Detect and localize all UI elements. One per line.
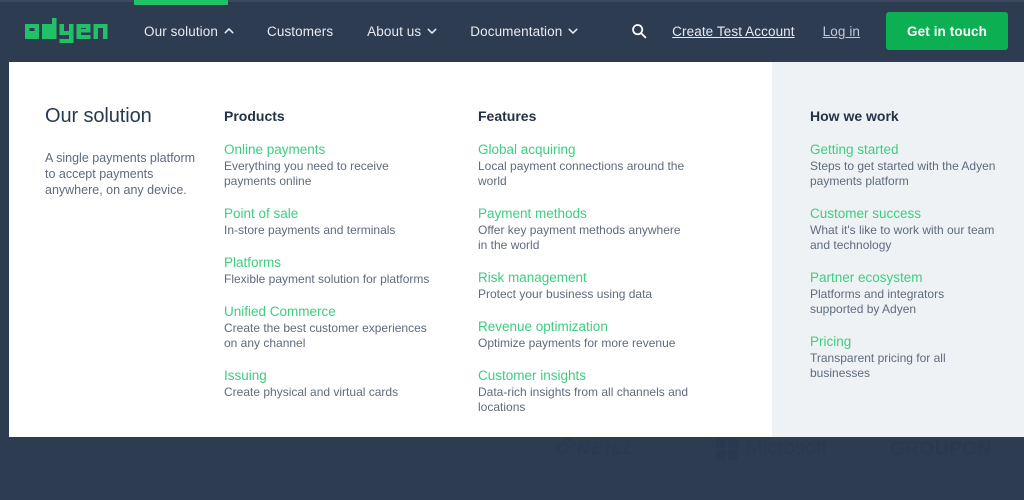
dropdown-intro-description: A single payments platform to accept pay…: [45, 151, 196, 197]
link-issuing[interactable]: Issuing: [224, 368, 437, 383]
list-item-desc: Flexible payment solution for platforms: [224, 272, 430, 286]
chevron-down-icon: [568, 26, 578, 35]
link-risk-management[interactable]: Risk management: [478, 270, 691, 285]
chevron-down-icon: [427, 26, 437, 35]
list-item-desc: Protect your business using data: [478, 287, 653, 301]
dropdown-features-column: Features Global acquiring Local payment …: [478, 62, 732, 437]
list-item: Point of sale In-store payments and term…: [224, 206, 437, 238]
list-item: Risk management Protect your business us…: [478, 270, 691, 302]
list-item: Platforms Flexible payment solution for …: [224, 255, 437, 287]
microsoft-logo: Microsoft: [716, 437, 827, 460]
list-item-desc: Transparent pricing for all businesses: [810, 351, 946, 380]
list-item-desc: Create the best customer experiences on …: [224, 321, 427, 350]
list-item: Payment methods Offer key payment method…: [478, 206, 691, 253]
list-item: Revenue optimization Optimize payments f…: [478, 319, 691, 351]
dropdown-products-column: Products Online payments Everything you …: [224, 62, 478, 437]
get-in-touch-button[interactable]: Get in touch: [886, 12, 1008, 50]
search-button[interactable]: [620, 12, 658, 50]
list-item-desc: Create physical and virtual cards: [224, 385, 399, 399]
nav-item-label: Customers: [267, 23, 334, 39]
link-payment-methods[interactable]: Payment methods: [478, 206, 691, 221]
adyen-logo[interactable]: [24, 17, 112, 48]
link-unified-commerce[interactable]: Unified Commerce: [224, 304, 437, 319]
nav-item-label: About us: [367, 23, 422, 39]
link-platforms[interactable]: Platforms: [224, 255, 437, 270]
nav-item-our-solution[interactable]: Our solution: [134, 0, 250, 62]
our-solution-dropdown-panel: Our solution A single payments platform …: [9, 62, 1024, 437]
list-item-desc: In-store payments and terminals: [224, 223, 396, 237]
link-pricing[interactable]: Pricing: [810, 334, 1000, 349]
list-item-desc: Offer key payment methods anywhere in th…: [478, 223, 681, 252]
list-item-desc: Platforms and integrators supported by A…: [810, 287, 945, 316]
dropdown-how-we-work-column: How we work Getting started Steps to get…: [772, 62, 1024, 437]
list-item-desc: Data-rich insights from all channels and…: [478, 385, 689, 414]
link-partner-ecosystem[interactable]: Partner ecosystem: [810, 270, 1000, 285]
header-actions: Create Test Account Log in Get in touch: [620, 12, 1008, 50]
site-header: Our solution Customers About us Document…: [0, 0, 1024, 62]
link-getting-started[interactable]: Getting started: [810, 142, 1000, 157]
list-item-desc: Steps to get started with the Adyen paym…: [810, 159, 996, 188]
list-item: Issuing Create physical and virtual card…: [224, 368, 437, 400]
dropdown-main-columns: Our solution A single payments platform …: [9, 62, 772, 437]
search-icon: [632, 24, 647, 39]
link-online-payments[interactable]: Online payments: [224, 142, 437, 157]
nav-item-documentation[interactable]: Documentation: [453, 0, 594, 62]
log-in-link[interactable]: Log in: [809, 24, 874, 39]
list-item: Getting started Steps to get started wit…: [810, 142, 1000, 189]
list-item: Partner ecosystem Platforms and integrat…: [810, 270, 1000, 317]
adyen-wordmark-icon: [25, 17, 108, 43]
create-test-account-link[interactable]: Create Test Account: [658, 24, 808, 39]
groupon-logo-text: GROUPON: [890, 439, 992, 460]
main-nav: Our solution Customers About us Document…: [134, 0, 594, 62]
nav-item-customers[interactable]: Customers: [250, 0, 350, 62]
list-item-desc: Local payment connections around the wor…: [478, 159, 685, 188]
list-item: Global acquiring Local payment connectio…: [478, 142, 691, 189]
microsoft-logo-text: Microsoft: [746, 437, 828, 459]
nav-item-about-us[interactable]: About us: [350, 0, 453, 62]
nav-item-label: Our solution: [144, 23, 218, 39]
customer-logo-strip: O'NEILL Microsoft GROUPON: [0, 428, 1024, 500]
list-item-desc: Everything you need to receive payments …: [224, 159, 389, 188]
microsoft-grid-icon: [716, 437, 738, 460]
link-point-of-sale[interactable]: Point of sale: [224, 206, 437, 221]
how-we-work-heading: How we work: [810, 108, 899, 124]
list-item-desc: Optimize payments for more revenue: [478, 336, 676, 350]
list-item-desc: What it's like to work with our team and…: [810, 223, 995, 252]
customer-logo-row: O'NEILL Microsoft GROUPON: [0, 428, 1024, 477]
link-global-acquiring[interactable]: Global acquiring: [478, 142, 691, 157]
list-item: Customer success What it's like to work …: [810, 206, 1000, 253]
list-item: Customer insights Data-rich insights fro…: [478, 368, 691, 415]
page-root: O'NEILL Microsoft GROUPON Our solution C…: [0, 0, 1024, 500]
features-heading: Features: [478, 108, 537, 124]
list-item: Pricing Transparent pricing for all busi…: [810, 334, 1000, 381]
link-customer-success[interactable]: Customer success: [810, 206, 1000, 221]
dropdown-intro-title: Our solution: [45, 105, 152, 127]
list-item: Unified Commerce Create the best custome…: [224, 304, 437, 351]
list-item: Online payments Everything you need to r…: [224, 142, 437, 189]
oneill-logo: O'NEILL: [556, 428, 636, 459]
link-revenue-optimization[interactable]: Revenue optimization: [478, 319, 691, 334]
products-heading: Products: [224, 108, 285, 124]
chevron-up-icon: [224, 26, 234, 35]
link-customer-insights[interactable]: Customer insights: [478, 368, 691, 383]
nav-item-label: Documentation: [470, 23, 563, 39]
dropdown-intro-column: Our solution A single payments platform …: [9, 62, 224, 437]
groupon-logo: GROUPON: [890, 439, 992, 461]
